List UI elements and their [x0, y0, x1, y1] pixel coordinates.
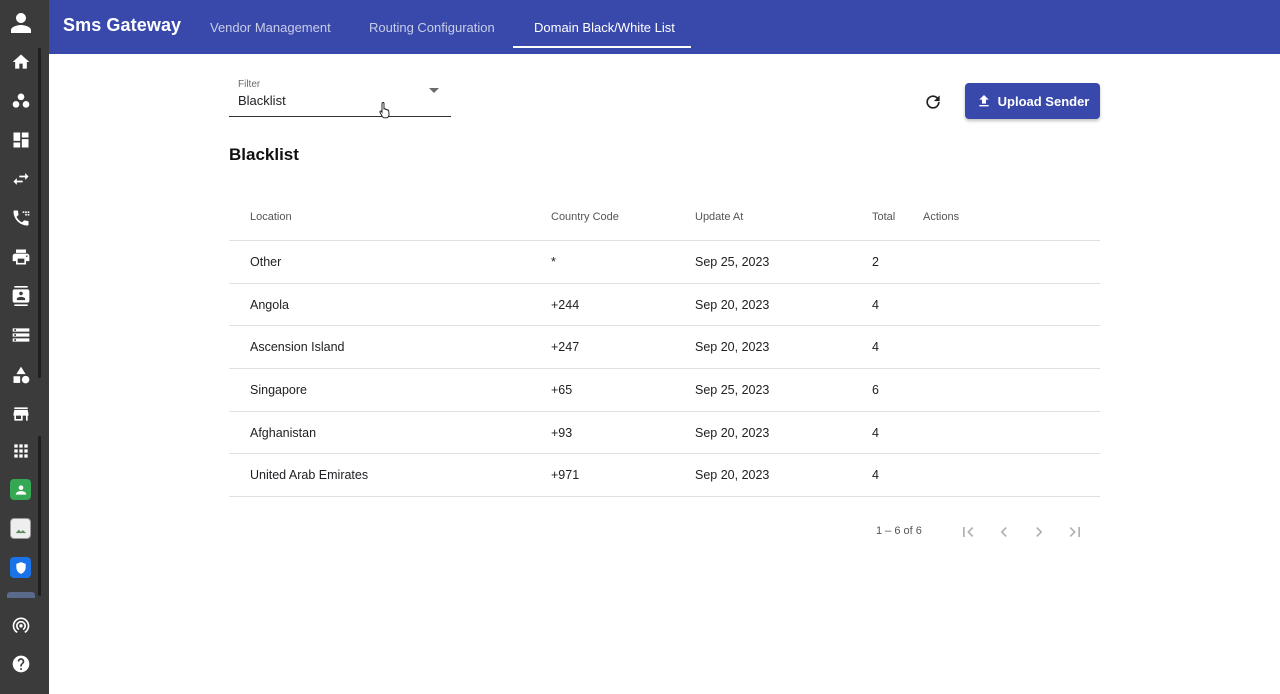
- first-page-icon: [963, 527, 974, 537]
- contact-card-icon[interactable]: [10, 285, 32, 307]
- cell-total: 4: [872, 468, 879, 483]
- main-content: Filter Blacklist Upload Sender Blacklist…: [49, 54, 1280, 694]
- cell-total: 6: [872, 383, 879, 398]
- last-page-icon: [1069, 527, 1080, 537]
- table-row[interactable]: Afghanistan +93 Sep 20, 2023 4: [229, 412, 1100, 455]
- last-page-button[interactable]: [1063, 520, 1087, 544]
- apps-grid-icon[interactable]: [10, 440, 32, 462]
- cell-update-at: Sep 20, 2023: [695, 468, 770, 483]
- cell-country-code: +971: [551, 468, 580, 483]
- cell-location: Singapore: [250, 383, 307, 398]
- active-tab-indicator: [513, 46, 691, 48]
- top-app-bar: Sms Gateway Vendor Management Routing Co…: [49, 0, 1280, 54]
- green-app-icon[interactable]: [10, 479, 31, 500]
- cell-country-code: +93: [551, 425, 573, 440]
- chevron-left-icon: [1000, 527, 1007, 537]
- home-icon[interactable]: [10, 51, 32, 73]
- header-update-at[interactable]: Update At: [695, 211, 743, 223]
- paginator: 1 – 6 of 6: [229, 516, 1100, 548]
- table-row[interactable]: United Arab Emirates +971 Sep 20, 2023 4: [229, 454, 1100, 498]
- cell-update-at: Sep 25, 2023: [695, 255, 770, 269]
- cell-total: 2: [872, 255, 879, 269]
- table-row[interactable]: Angola +244 Sep 20, 2023 4: [229, 284, 1100, 327]
- page-title: Blacklist: [229, 145, 299, 164]
- cell-location: United Arab Emirates: [250, 468, 369, 483]
- header-actions: Actions: [923, 211, 960, 223]
- next-page-button[interactable]: [1027, 520, 1051, 544]
- blacklist-table: Location Country Code Update At Total Ac…: [229, 194, 1100, 498]
- tab-vendor-management[interactable]: Vendor Management: [210, 0, 331, 54]
- dropdown-arrow-icon: [429, 88, 439, 93]
- cell-update-at: Sep 20, 2023: [695, 297, 770, 312]
- tab-routing-configuration[interactable]: Routing Configuration: [369, 0, 495, 54]
- dashboard-icon[interactable]: [10, 129, 32, 151]
- cell-country-code: +244: [551, 297, 580, 312]
- printer-icon[interactable]: [10, 246, 32, 268]
- cell-location: Angola: [250, 297, 289, 312]
- upload-sender-button[interactable]: Upload Sender: [965, 83, 1100, 119]
- app-title: Sms Gateway: [63, 15, 182, 35]
- left-rail: [0, 0, 49, 694]
- table-row[interactable]: Ascension Island +247 Sep 20, 2023 4: [229, 326, 1100, 370]
- upload-sender-label: Upload Sender: [997, 93, 1090, 109]
- cell-country-code: *: [551, 255, 556, 269]
- header-total[interactable]: Total: [872, 211, 895, 223]
- shapes-icon[interactable]: [10, 364, 32, 386]
- header-location[interactable]: Location: [250, 211, 292, 223]
- cell-total: 4: [872, 340, 879, 355]
- cell-total: 4: [872, 425, 879, 440]
- shield-app-icon[interactable]: [10, 557, 31, 578]
- refresh-icon: [926, 95, 940, 109]
- help-icon[interactable]: [10, 653, 32, 675]
- cell-location: Other: [250, 255, 282, 269]
- groups-icon[interactable]: [10, 90, 32, 112]
- storage-icon[interactable]: [10, 324, 32, 346]
- cell-country-code: +247: [551, 340, 580, 355]
- page-range-label: 1 – 6 of 6: [876, 525, 922, 537]
- cell-update-at: Sep 20, 2023: [695, 340, 770, 355]
- cell-update-at: Sep 20, 2023: [695, 425, 770, 440]
- previous-page-button[interactable]: [992, 520, 1016, 544]
- refresh-button[interactable]: [921, 90, 945, 114]
- table-header: Location Country Code Update At Total Ac…: [229, 194, 1100, 241]
- cell-update-at: Sep 25, 2023: [695, 383, 770, 398]
- rail-scrollbar-lower[interactable]: [38, 436, 41, 596]
- phone-forward-icon[interactable]: [10, 207, 32, 229]
- filter-label: Filter: [238, 79, 261, 90]
- account-icon[interactable]: [9, 11, 33, 35]
- chevron-right-icon: [1036, 527, 1043, 537]
- podcast-icon[interactable]: [10, 614, 32, 636]
- filter-value: Blacklist: [238, 93, 286, 108]
- store-icon[interactable]: [10, 403, 32, 425]
- swap-icon[interactable]: [10, 168, 32, 190]
- first-page-button[interactable]: [956, 520, 980, 544]
- table-row[interactable]: Singapore +65 Sep 25, 2023 6: [229, 369, 1100, 412]
- upload-icon: [978, 95, 989, 107]
- filter-select[interactable]: Filter Blacklist: [229, 76, 451, 117]
- cell-country-code: +65: [551, 383, 573, 398]
- table-row[interactable]: Other * Sep 25, 2023 2: [229, 241, 1100, 284]
- hand-pointer-cursor-icon: [379, 102, 390, 119]
- rail-app-partial: [7, 592, 35, 598]
- broken-image-icon[interactable]: [10, 518, 31, 539]
- cell-location: Afghanistan: [250, 425, 317, 440]
- rail-scrollbar[interactable]: [38, 48, 41, 378]
- header-country-code[interactable]: Country Code: [551, 211, 619, 223]
- cell-total: 4: [872, 297, 879, 312]
- cell-location: Ascension Island: [250, 340, 345, 355]
